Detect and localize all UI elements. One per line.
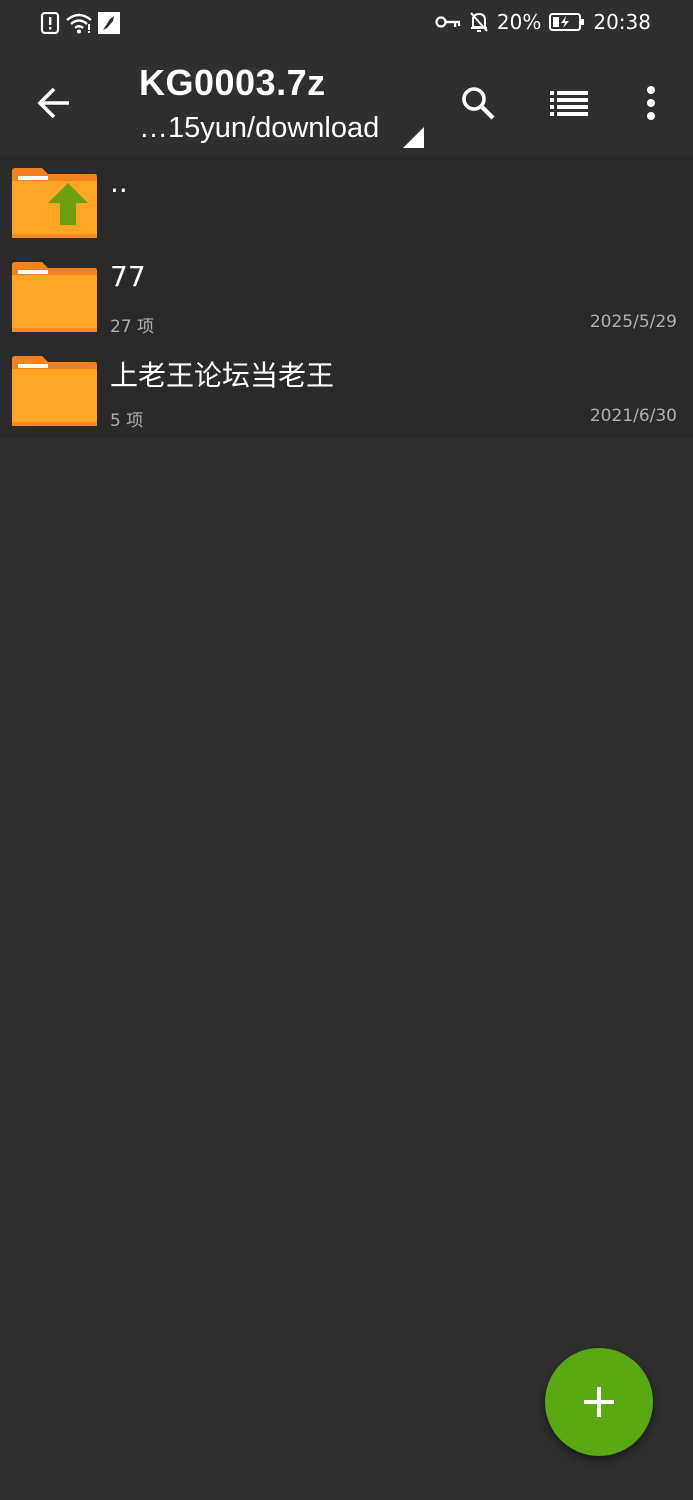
modified-date: 2025/5/29 xyxy=(589,312,677,332)
file-name: 77 xyxy=(110,260,146,293)
bell-off-icon xyxy=(470,12,488,32)
folder-up-icon xyxy=(12,168,97,238)
dropdown-caret-icon[interactable] xyxy=(403,127,424,148)
status-left-icons xyxy=(40,12,120,34)
list-item-folder[interactable]: 上老王论坛当老王 5 项 2021/6/30 xyxy=(0,344,693,438)
list-view-icon xyxy=(550,91,588,116)
list-view-button[interactable] xyxy=(544,78,594,128)
path-dropdown[interactable]: …15yun/download xyxy=(139,112,379,145)
back-button[interactable] xyxy=(24,78,84,128)
wifi-icon xyxy=(66,13,92,34)
status-right-icons: 20% 20:38 xyxy=(435,10,651,34)
battery-percent: 20% xyxy=(496,10,542,34)
item-count: 5 项 xyxy=(110,411,144,431)
item-count: 27 项 xyxy=(110,317,155,337)
file-list: .. 77 27 项 2025/5/29 上老王论坛当老王 5 项 2021/6… xyxy=(0,156,693,438)
folder-icon xyxy=(12,262,97,332)
status-bar: 20% 20:38 xyxy=(0,0,693,50)
alert-icon xyxy=(40,12,60,34)
file-name: 上老王论坛当老王 xyxy=(110,359,335,392)
search-button[interactable] xyxy=(453,78,503,128)
list-item-parent-folder[interactable]: .. xyxy=(0,156,693,250)
folder-icon xyxy=(12,356,97,426)
search-icon xyxy=(462,87,495,120)
app-notification-icon xyxy=(98,12,120,34)
back-arrow-icon xyxy=(37,87,69,119)
list-item-folder[interactable]: 77 27 项 2025/5/29 xyxy=(0,250,693,344)
plus-icon xyxy=(584,1387,614,1417)
modified-date: 2021/6/30 xyxy=(589,406,677,426)
battery-charging-icon xyxy=(549,13,585,31)
add-button[interactable] xyxy=(545,1348,653,1456)
more-options-button[interactable] xyxy=(630,78,672,128)
file-name: .. xyxy=(110,166,128,199)
clock: 20:38 xyxy=(593,10,651,34)
more-vert-icon xyxy=(647,86,655,120)
app-bar: KG0003.7z …15yun/download xyxy=(0,50,693,156)
page-title: KG0003.7z xyxy=(139,62,326,103)
key-icon xyxy=(435,16,461,28)
